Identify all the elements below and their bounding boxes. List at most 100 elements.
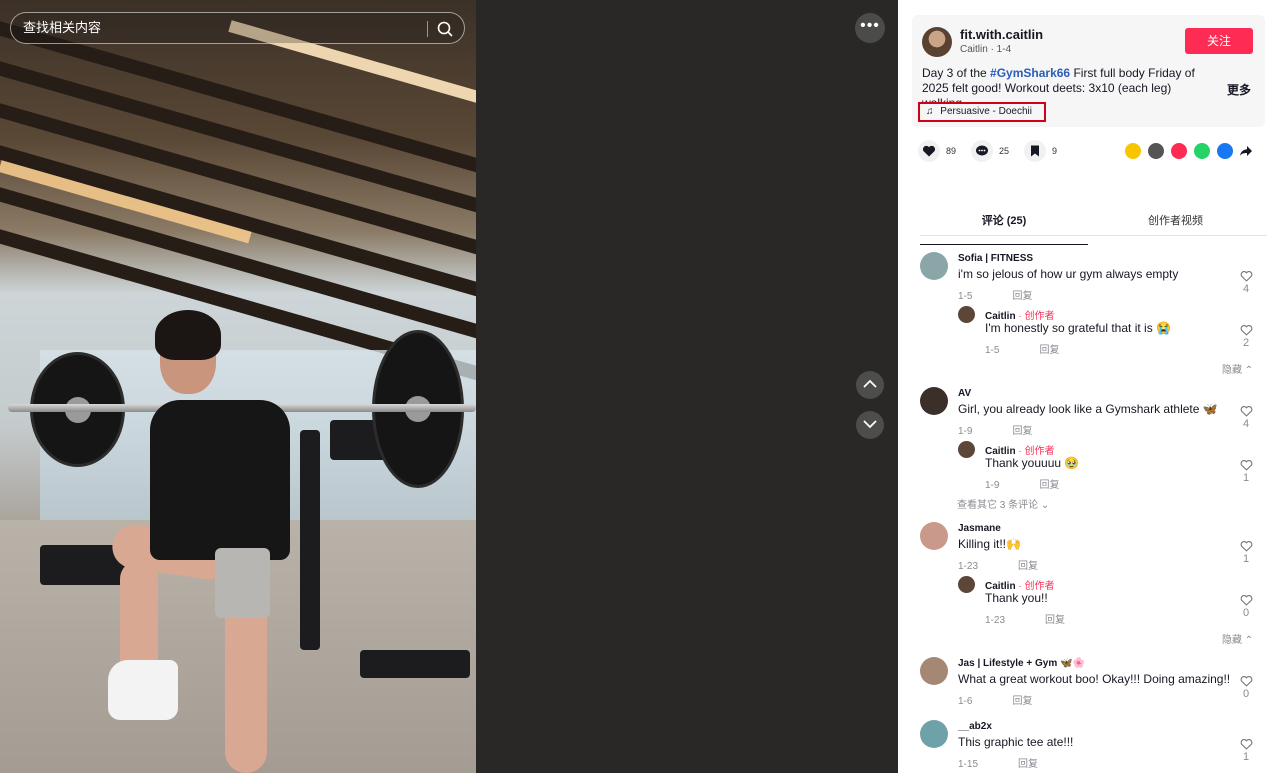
tab-comments[interactable]: 评论 (25): [920, 212, 1088, 245]
collapse-replies-button[interactable]: 隐藏 ⌃: [1222, 361, 1253, 376]
comment-text: Killing it!!🙌: [958, 537, 1021, 551]
comment-icon: [976, 145, 988, 156]
commenter-avatar[interactable]: [958, 576, 975, 593]
commenter-name[interactable]: Caitlin · 创作者: [985, 442, 1054, 457]
bookmark-icon: [1031, 145, 1039, 157]
tab-creator-videos[interactable]: 创作者视频: [1148, 212, 1203, 228]
author-avatar[interactable]: [922, 27, 952, 57]
follow-button[interactable]: 关注: [1185, 28, 1253, 54]
reply-button[interactable]: 回复: [1012, 696, 1032, 707]
comment-date: 1-15: [958, 759, 979, 770]
heart-outline-icon: [1240, 595, 1252, 606]
reply-button[interactable]: 回复: [1039, 480, 1059, 491]
side-panel: fit.with.caitlin Caitlin · 1-4 关注 Day 3 …: [898, 0, 1267, 773]
video-area[interactable]: 查找相关内容 •••: [0, 0, 898, 773]
reply-button[interactable]: 回复: [1012, 426, 1032, 437]
commenter-avatar[interactable]: [920, 720, 948, 748]
commenter-name[interactable]: Jasmane: [958, 523, 1001, 534]
hashtag-link[interactable]: #GymShark66: [990, 66, 1070, 80]
reply-button[interactable]: 回复: [1039, 345, 1059, 356]
heart-outline-icon: [1240, 541, 1252, 552]
comment-text: i'm so jelous of how ur gym always empty: [958, 267, 1179, 281]
search-placeholder: 查找相关内容: [23, 20, 102, 35]
commenter-avatar[interactable]: [920, 252, 948, 280]
comment-date: 1-23: [958, 561, 979, 572]
comment-text: Girl, you already look like a Gymshark a…: [958, 402, 1218, 416]
commenter-avatar[interactable]: [958, 441, 975, 458]
heart-outline-icon: [1240, 739, 1252, 750]
comment-like-button[interactable]: 2: [1239, 324, 1253, 349]
save-count: 9: [1052, 146, 1058, 156]
view-more-replies-button[interactable]: 查看其它 3 条评论 ⌄: [957, 496, 1049, 511]
music-link[interactable]: ♫ Persuasive - Doechii: [918, 102, 1046, 122]
commenter-name[interactable]: Jas | Lifestyle + Gym 🦋🌸: [958, 658, 1085, 669]
expand-description-button[interactable]: 更多: [1227, 81, 1251, 98]
comment-date: 1-5: [985, 345, 1000, 356]
commenter-name[interactable]: AV: [958, 388, 971, 399]
search-input[interactable]: 查找相关内容: [10, 12, 465, 44]
send-icon[interactable]: [1171, 143, 1187, 159]
comment-date: 1-23: [985, 615, 1006, 626]
comment-like-count: 1: [1242, 472, 1250, 484]
comment-like-button[interactable]: 0: [1239, 675, 1253, 700]
music-note-icon: ♫: [926, 106, 934, 117]
commenter-name[interactable]: __ab2x: [958, 721, 992, 732]
comment-date: 1-6: [958, 696, 973, 707]
video-info-card: fit.with.caitlin Caitlin · 1-4 关注 Day 3 …: [912, 15, 1265, 127]
facebook-icon[interactable]: [1217, 143, 1233, 159]
previous-video-button[interactable]: [856, 371, 884, 399]
reply-button[interactable]: 回复: [1018, 561, 1038, 572]
heart-icon: [922, 145, 936, 157]
commenter-name[interactable]: Sofia | FITNESS: [958, 253, 1033, 264]
embed-icon[interactable]: [1148, 143, 1164, 159]
share-arrow-icon[interactable]: [1239, 145, 1253, 157]
heart-outline-icon: [1240, 460, 1252, 471]
chevron-up-icon: [863, 379, 877, 388]
reply-button[interactable]: 回复: [1018, 759, 1038, 770]
heart-outline-icon: [1240, 676, 1252, 687]
comment-like-count: 0: [1242, 688, 1250, 700]
comment-text: I'm honestly so grateful that it is 😭: [985, 321, 1171, 335]
commenter-avatar[interactable]: [958, 306, 975, 323]
comment-date: 1-5: [958, 291, 973, 302]
comment-text: This graphic tee ate!!!: [958, 735, 1074, 749]
heart-outline-icon: [1240, 271, 1252, 282]
author-username[interactable]: fit.with.caitlin: [960, 27, 1043, 42]
reply-button[interactable]: 回复: [1045, 615, 1065, 626]
commenter-name[interactable]: Caitlin · 创作者: [985, 577, 1054, 592]
collapse-replies-button[interactable]: 隐藏 ⌃: [1222, 631, 1253, 646]
whatsapp-icon[interactable]: [1194, 143, 1210, 159]
comment-like-button[interactable]: 4: [1239, 405, 1253, 430]
commenter-name[interactable]: Caitlin · 创作者: [985, 307, 1054, 322]
comment-like-button[interactable]: 1: [1239, 540, 1253, 565]
heart-outline-icon: [1240, 325, 1252, 336]
comment-like-button[interactable]: 1: [1239, 738, 1253, 763]
comment-like-count: 1: [1242, 553, 1250, 565]
friends-share-icon[interactable]: [1125, 143, 1141, 159]
comment-like-count: 2: [1242, 337, 1250, 349]
music-title: Persuasive - Doechii: [940, 106, 1032, 117]
comment-like-count: 4: [1242, 418, 1250, 430]
more-options-button[interactable]: •••: [855, 13, 885, 43]
video-frame: [0, 0, 476, 773]
panel-tabs: 评论 (25) 创作者视频: [920, 202, 1267, 245]
comment-text: Thank you!!: [985, 591, 1048, 605]
commenter-avatar[interactable]: [920, 387, 948, 415]
reply-button[interactable]: 回复: [1012, 291, 1032, 302]
next-video-button[interactable]: [856, 411, 884, 439]
commenter-avatar[interactable]: [920, 522, 948, 550]
comment-like-button[interactable]: 1: [1239, 459, 1253, 484]
author-subtitle: Caitlin · 1-4: [960, 44, 1012, 55]
comment-like-count: 1: [1242, 751, 1250, 763]
comment-like-button[interactable]: 4: [1239, 270, 1253, 295]
comment-like-count: 4: [1242, 283, 1250, 295]
heart-outline-icon: [1240, 406, 1252, 417]
comment-text: Thank youuuu 🥹: [985, 456, 1080, 470]
search-icon[interactable]: [436, 20, 454, 38]
like-count: 89: [946, 146, 957, 156]
comment-count: 25: [999, 146, 1010, 156]
comment-like-button[interactable]: 0: [1239, 594, 1253, 619]
comment-text: What a great workout boo! Okay!!! Doing …: [958, 672, 1231, 686]
comment-like-count: 0: [1242, 607, 1250, 619]
commenter-avatar[interactable]: [920, 657, 948, 685]
